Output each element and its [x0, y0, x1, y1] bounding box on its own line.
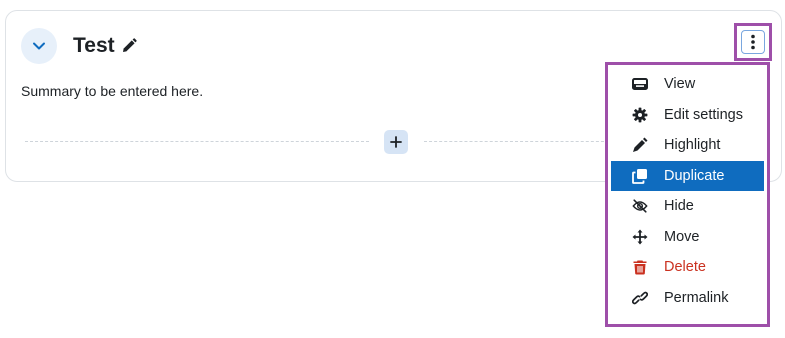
gear-icon	[632, 107, 648, 123]
move-icon	[632, 229, 648, 245]
kebab-menu-icon	[751, 34, 755, 50]
section-actions-menu: View Edit settings Highlight Duplicate H…	[605, 62, 770, 327]
trash-icon	[632, 259, 648, 275]
menu-item-label: Highlight	[664, 137, 721, 154]
duplicate-icon	[632, 168, 648, 184]
menu-item-hide[interactable]: Hide	[611, 191, 764, 222]
menu-item-label: Duplicate	[664, 167, 725, 184]
menu-item-move[interactable]: Move	[611, 222, 764, 253]
section-actions-highlight	[734, 23, 772, 61]
menu-item-delete[interactable]: Delete	[611, 252, 764, 283]
menu-item-edit-settings[interactable]: Edit settings	[611, 100, 764, 131]
add-content-button[interactable]	[384, 130, 408, 154]
section-title: Test	[73, 34, 115, 57]
menu-item-view[interactable]: View	[611, 69, 764, 100]
eye-slash-icon	[632, 198, 648, 214]
menu-item-permalink[interactable]: Permalink	[611, 283, 764, 314]
divider	[424, 141, 609, 142]
plus-icon	[390, 136, 402, 148]
section-summary: Summary to be entered here.	[21, 83, 204, 99]
menu-item-label: Move	[664, 228, 700, 245]
collapse-section-button[interactable]	[21, 28, 57, 64]
pencil-icon[interactable]	[120, 37, 138, 60]
menu-item-label: Edit settings	[664, 106, 743, 123]
menu-item-label: Delete	[664, 259, 706, 276]
menu-item-duplicate[interactable]: Duplicate	[611, 160, 764, 191]
highlight-icon	[632, 137, 648, 153]
menu-item-label: Permalink	[664, 289, 729, 306]
link-icon	[632, 290, 648, 306]
menu-item-label: View	[664, 76, 696, 93]
divider	[25, 141, 369, 142]
section-actions-button[interactable]	[741, 30, 765, 54]
menu-item-highlight[interactable]: Highlight	[611, 130, 764, 161]
view-icon	[632, 76, 648, 92]
menu-item-label: Hide	[664, 198, 694, 215]
chevron-down-icon	[33, 42, 45, 50]
